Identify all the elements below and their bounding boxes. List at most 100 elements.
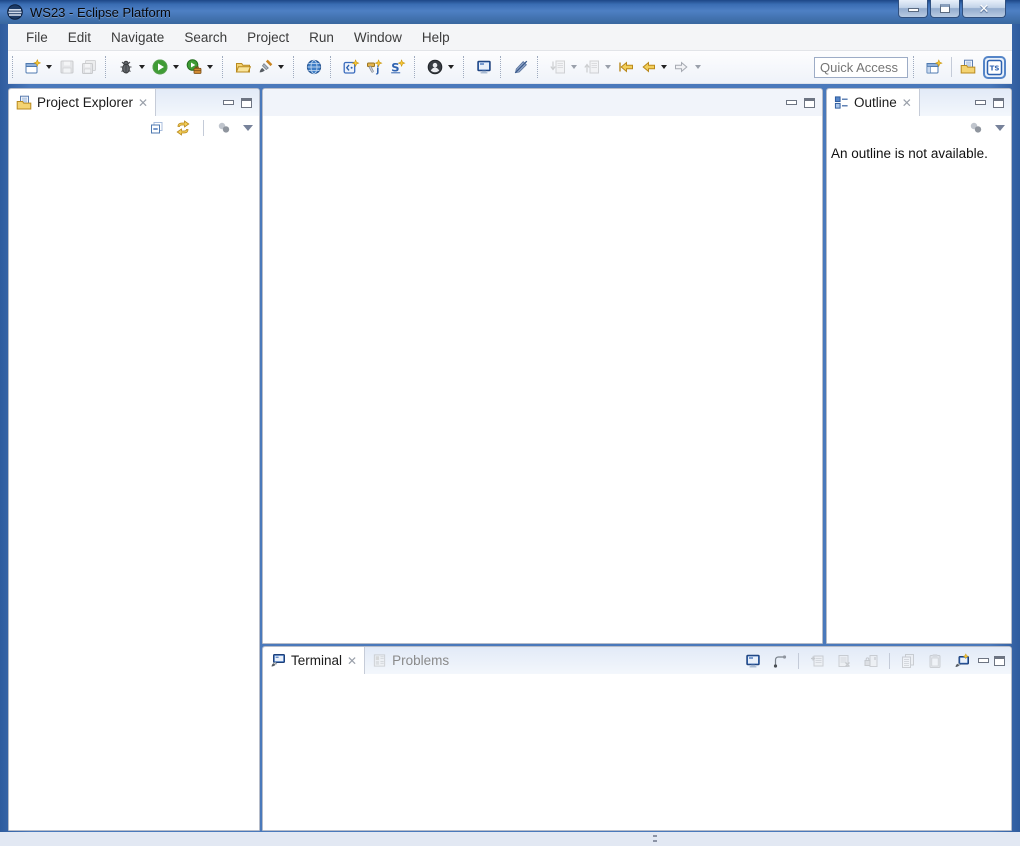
- terminal-new-view-button[interactable]: [951, 650, 973, 672]
- forward-dropdown-arrow[interactable]: [695, 65, 701, 69]
- project-explorer-minimize-button[interactable]: [223, 100, 234, 105]
- previous-annotation-icon: [584, 59, 600, 75]
- link-with-editor-button[interactable]: [172, 117, 194, 139]
- outline-maximize-button[interactable]: [993, 98, 1004, 108]
- save-all-icon: [81, 59, 97, 75]
- terminal-content[interactable]: [263, 674, 1011, 830]
- tab-terminal-close-icon[interactable]: ✕: [347, 655, 357, 667]
- new-code-file-button[interactable]: [340, 56, 363, 78]
- user-profile-dropdown-arrow[interactable]: [448, 65, 454, 69]
- new-wizard-button[interactable]: [22, 56, 44, 78]
- previous-annotation-dropdown-arrow[interactable]: [605, 65, 611, 69]
- new-s-file-button[interactable]: S: [386, 56, 409, 78]
- external-tools-dropdown-arrow[interactable]: [207, 65, 213, 69]
- previous-annotation-button[interactable]: [581, 56, 603, 78]
- terminal-scroll-lock-button[interactable]: [860, 650, 882, 672]
- terminal-open-terminal-button[interactable]: [742, 650, 764, 672]
- project-explorer-panel: Project Explorer ✕: [8, 88, 260, 831]
- window-maximize-button[interactable]: [930, 0, 960, 18]
- tab-problems[interactable]: Problems: [365, 647, 456, 674]
- project-explorer-content[interactable]: [9, 140, 259, 830]
- next-annotation-dropdown-arrow[interactable]: [571, 65, 577, 69]
- toolbar-separator: [463, 56, 470, 78]
- tab-outline[interactable]: Outline ✕: [827, 89, 920, 116]
- terminal-copy-button[interactable]: [897, 650, 919, 672]
- open-perspective-button[interactable]: [923, 56, 946, 78]
- save-all-button[interactable]: [78, 56, 100, 78]
- problems-tab-icon: [372, 653, 387, 668]
- menu-window[interactable]: Window: [344, 26, 412, 49]
- debug-dropdown-arrow[interactable]: [139, 65, 145, 69]
- outline-toolbar: [827, 116, 1011, 140]
- window-close-button[interactable]: ✕: [962, 0, 1006, 18]
- terminal-paste-button[interactable]: [924, 650, 946, 672]
- outline-filters-button[interactable]: [965, 118, 987, 138]
- bottom-panel-minimize-button[interactable]: [978, 658, 989, 663]
- collapse-all-button[interactable]: [146, 117, 168, 139]
- tab-outline-close-icon[interactable]: ✕: [902, 97, 912, 109]
- svg-text:j: j: [375, 66, 379, 76]
- open-task-folder-button[interactable]: [232, 56, 254, 78]
- resource-perspective-button[interactable]: [957, 56, 979, 78]
- new-hammer-j-file-button[interactable]: j: [363, 56, 386, 78]
- tab-project-explorer-label: Project Explorer: [37, 95, 133, 110]
- save-button[interactable]: [56, 56, 78, 78]
- menu-search[interactable]: Search: [174, 26, 237, 49]
- ts-perspective-button[interactable]: TS: [983, 56, 1006, 79]
- window-minimize-button[interactable]: [898, 0, 928, 18]
- last-edit-arrow-icon: [618, 59, 634, 75]
- toolbar-drag-handle: [12, 56, 19, 78]
- debug-button[interactable]: [115, 56, 137, 78]
- project-explorer-maximize-button[interactable]: [241, 98, 252, 108]
- view-menu-circles-icon: [216, 121, 232, 135]
- tab-project-explorer[interactable]: Project Explorer ✕: [9, 89, 156, 116]
- main-toolbar: j S: [8, 51, 1012, 84]
- tab-terminal[interactable]: Terminal ✕: [263, 647, 365, 674]
- external-tools-button[interactable]: [183, 56, 205, 78]
- back-button[interactable]: [637, 56, 659, 78]
- run-icon: [152, 59, 168, 75]
- project-explorer-filters-button[interactable]: [213, 118, 235, 138]
- last-edit-location-button[interactable]: [615, 56, 637, 78]
- menu-navigate[interactable]: Navigate: [101, 26, 174, 49]
- user-profile-button[interactable]: [424, 56, 446, 78]
- project-explorer-toolbar: [9, 116, 259, 140]
- menu-project[interactable]: Project: [237, 26, 299, 49]
- editor-minimize-button[interactable]: [786, 100, 797, 105]
- terminal-connect-button[interactable]: [769, 650, 791, 672]
- outline-minimize-button[interactable]: [975, 100, 986, 105]
- highlight-brush-button[interactable]: [254, 56, 276, 78]
- tab-project-explorer-close-icon[interactable]: ✕: [138, 97, 148, 109]
- editor-maximize-button[interactable]: [804, 98, 815, 108]
- external-tools-icon: [186, 59, 202, 75]
- quick-access-input[interactable]: [814, 57, 908, 78]
- collapse-all-icon: [149, 120, 165, 136]
- titlebar: WS23 - Eclipse Platform ✕: [0, 0, 1020, 24]
- brush-dropdown-arrow[interactable]: [278, 65, 284, 69]
- run-button[interactable]: [149, 56, 171, 78]
- terminal-pin-button[interactable]: [806, 650, 828, 672]
- forward-button[interactable]: [671, 56, 693, 78]
- status-bar-grip[interactable]: [653, 835, 657, 844]
- toggle-mark-occurrences-button[interactable]: [510, 56, 532, 78]
- next-annotation-button[interactable]: [547, 56, 569, 78]
- outline-view-menu-button[interactable]: [995, 125, 1005, 131]
- menu-run[interactable]: Run: [299, 26, 344, 49]
- menu-file[interactable]: File: [16, 26, 58, 49]
- bottom-panel-maximize-button[interactable]: [994, 656, 1005, 666]
- run-dropdown-arrow[interactable]: [173, 65, 179, 69]
- project-explorer-view-menu-button[interactable]: [243, 125, 253, 131]
- open-terminal-button[interactable]: [473, 56, 495, 78]
- menu-bar: File Edit Navigate Search Project Run Wi…: [8, 24, 1012, 51]
- editor-content[interactable]: [263, 116, 822, 643]
- toolbar-separator: [913, 56, 920, 78]
- back-dropdown-arrow[interactable]: [661, 65, 667, 69]
- web-browser-button[interactable]: [303, 56, 325, 78]
- new-wizard-dropdown-arrow[interactable]: [46, 65, 52, 69]
- terminal-toolbar: [742, 647, 1011, 674]
- perspective-separator: [951, 57, 952, 77]
- menu-help[interactable]: Help: [412, 26, 460, 49]
- terminal-disconnect-button[interactable]: [833, 650, 855, 672]
- menu-edit[interactable]: Edit: [58, 26, 101, 49]
- new-terminal-settings-icon: [954, 653, 970, 669]
